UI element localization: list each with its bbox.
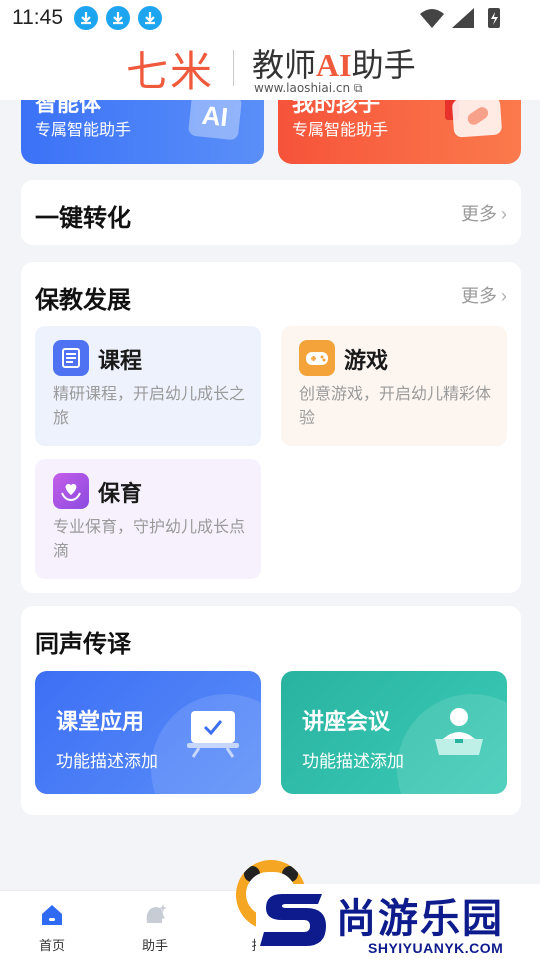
home-icon [42, 905, 62, 925]
system-status-icons [420, 8, 500, 28]
childcare-more-link[interactable]: 更多 › [461, 282, 507, 308]
interpretation-section: 同声传译 课堂应用 功能描述添加 讲座会议 功能描述添加 [21, 606, 521, 815]
one-click-more-label: 更多 [461, 204, 497, 224]
interpretation-title: 同声传译 [35, 631, 131, 658]
childcare-title: 保教发展 [35, 287, 131, 314]
tab-home[interactable]: 首页 [12, 891, 92, 960]
logo-brand: 七米 [126, 47, 215, 96]
lecture-speaker-icon [435, 708, 483, 755]
one-click-more-link[interactable]: 更多 › [461, 200, 507, 226]
download-icon [106, 6, 130, 30]
course-card[interactable]: 课程 精研课程，开启幼儿成长之旅 [35, 326, 261, 446]
agent-card[interactable]: 智能体 专属智能助手 AI [21, 100, 264, 164]
classroom-desc: 功能描述添加 [56, 752, 158, 771]
tab-home-label: 首页 [38, 938, 65, 953]
logo-title-prefix: 教师 [252, 46, 317, 84]
lecture-title: 讲座会议 [302, 709, 391, 734]
chevron-right-icon: › [501, 286, 507, 306]
signal-icon [452, 8, 474, 28]
logo-title-suffix: 助手 [351, 46, 416, 84]
ai-tile-icon: AI [187, 100, 243, 141]
tab-assistant[interactable]: 助手 [115, 891, 195, 960]
my-child-card-subtitle: 专属智能助手 [292, 122, 389, 139]
classroom-board-icon [187, 711, 239, 758]
agent-card-subtitle: 专属智能助手 [35, 122, 132, 139]
download-icon [138, 6, 162, 30]
course-icon [53, 340, 89, 376]
copy-icon: ⧉ [353, 81, 363, 95]
logo-divider [233, 50, 234, 86]
lecture-desc: 功能描述添加 [302, 752, 404, 771]
tab-assistant-label: 助手 [141, 938, 168, 953]
course-desc: 精研课程，开启幼儿成长之旅 [53, 386, 246, 427]
watermark-logo-icon [260, 894, 326, 946]
watermark-brand-en: SHYIYUANYK.COM [368, 940, 504, 956]
logo-title-ai: AI [316, 47, 352, 83]
care-card[interactable]: 保育 专业保育，守护幼儿成长点滴 [35, 459, 261, 579]
watermark-brand-cn: 尚游乐园 [336, 896, 504, 942]
childcare-section: 保教发展 更多 › 课程 精研课程，开启幼儿成长之旅 游戏 创意游戏，开启幼儿精彩… [21, 262, 521, 593]
download-icon [74, 6, 98, 30]
classroom-card[interactable]: 课堂应用 功能描述添加 [35, 671, 261, 794]
one-click-title: 一键转化 [35, 205, 131, 232]
care-title: 保育 [98, 481, 143, 506]
classroom-title: 课堂应用 [56, 709, 145, 734]
status-time: 11:45 [12, 6, 63, 29]
one-click-section: 一键转化 更多 › [21, 180, 521, 245]
lecture-card[interactable]: 讲座会议 功能描述添加 [281, 671, 507, 794]
logo-title: 教师AI助手 [252, 40, 416, 86]
assistant-icon [146, 904, 167, 923]
gamepad-icon [299, 340, 335, 376]
logo-url-text: www.laoshiai.cn [254, 81, 351, 95]
course-title: 课程 [98, 348, 143, 373]
game-card[interactable]: 游戏 创意游戏，开启幼儿精彩体验 [281, 326, 507, 446]
chevron-right-icon: › [501, 204, 507, 224]
my-child-card[interactable]: 我的孩子 专属智能助手 [278, 100, 521, 164]
status-bar: 11:45 [0, 0, 540, 36]
watermark: 尚游乐园 SHYIYUANYK.COM [256, 884, 540, 960]
tag-icon [451, 100, 503, 138]
logo-url: www.laoshiai.cn ⧉ [254, 81, 363, 96]
care-icon [53, 473, 89, 509]
care-desc: 专业保育，守护幼儿成长点滴 [53, 519, 246, 560]
game-desc: 创意游戏，开启幼儿精彩体验 [299, 386, 492, 427]
childcare-more-label: 更多 [461, 286, 497, 306]
wifi-icon [420, 9, 444, 28]
app-header: 七米 教师AI助手 www.laoshiai.cn ⧉ [0, 36, 540, 100]
game-title: 游戏 [344, 348, 389, 373]
